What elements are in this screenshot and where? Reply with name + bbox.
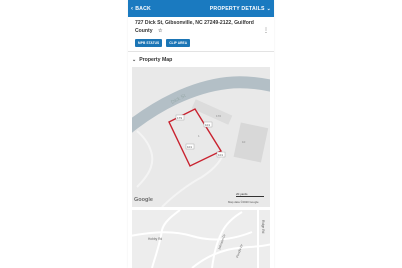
mobile-view: ‹ BACK PROPERTY DETAILS ⌄ 727 Dick St, G… bbox=[128, 0, 274, 268]
property-map-title: Property Map bbox=[139, 57, 173, 63]
star-outline-icon[interactable]: ☆ bbox=[158, 28, 162, 36]
lot-label-1: 179 bbox=[177, 116, 182, 120]
lot-label-5: 101 bbox=[218, 153, 223, 157]
property-map-header[interactable]: ⌄ Property Map bbox=[132, 57, 172, 63]
divider bbox=[128, 51, 274, 52]
lot-label-4: 101 bbox=[187, 145, 192, 149]
property-details-dropdown[interactable]: PROPERTY DETAILS ⌄ bbox=[210, 6, 274, 12]
listing-address: 727 Dick St, Gibsonville, NC 27249-2122,… bbox=[135, 20, 265, 36]
chevron-down-icon: ⌄ bbox=[132, 57, 137, 63]
chevron-down-icon: ⌄ bbox=[266, 5, 271, 12]
badge-row: MPB STATUS CLIP AREA bbox=[135, 39, 191, 47]
address-line-2: County bbox=[135, 27, 153, 34]
back-label: BACK bbox=[135, 5, 151, 12]
lot-label-3: 101 bbox=[205, 123, 210, 127]
map-attribution: Map data ©2020 Google bbox=[228, 200, 259, 204]
street-label-1: Hobby Rd bbox=[148, 237, 162, 241]
chevron-left-icon: ‹ bbox=[131, 5, 134, 12]
left-margin bbox=[0, 0, 128, 268]
property-details-label: PROPERTY DETAILS bbox=[209, 5, 265, 12]
top-bar: ‹ BACK PROPERTY DETAILS ⌄ bbox=[128, 0, 274, 17]
lot-label-2: 170 bbox=[216, 114, 221, 118]
google-logo: Google bbox=[134, 197, 153, 203]
street-map-canvas: Hobby Rd Johnson Dr Pendle Dr Ridge Rd bbox=[132, 210, 270, 268]
clip-badge[interactable]: CLIP AREA bbox=[166, 39, 191, 47]
scale-bar bbox=[236, 196, 264, 197]
address-line-1: 727 Dick St, Gibsonville, NC 27249-2122,… bbox=[135, 20, 254, 26]
lot-label-7: 10 bbox=[242, 140, 246, 144]
property-map-canvas: Dick St 179 170 101 101 101 1 10 bbox=[132, 67, 270, 207]
status-badge[interactable]: MPB STATUS bbox=[135, 39, 163, 47]
street-map[interactable]: Hobby Rd Johnson Dr Pendle Dr Ridge Rd bbox=[132, 210, 270, 268]
address-block: 727 Dick St, Gibsonville, NC 27249-2122,… bbox=[135, 20, 265, 36]
kebab-menu-icon[interactable]: ⋮ bbox=[263, 28, 269, 34]
street-label-4: Ridge Rd bbox=[261, 220, 265, 234]
property-map[interactable]: Dick St 179 170 101 101 101 1 10 Google … bbox=[132, 67, 270, 207]
back-button[interactable]: ‹ BACK bbox=[128, 6, 151, 12]
right-margin bbox=[274, 0, 402, 268]
